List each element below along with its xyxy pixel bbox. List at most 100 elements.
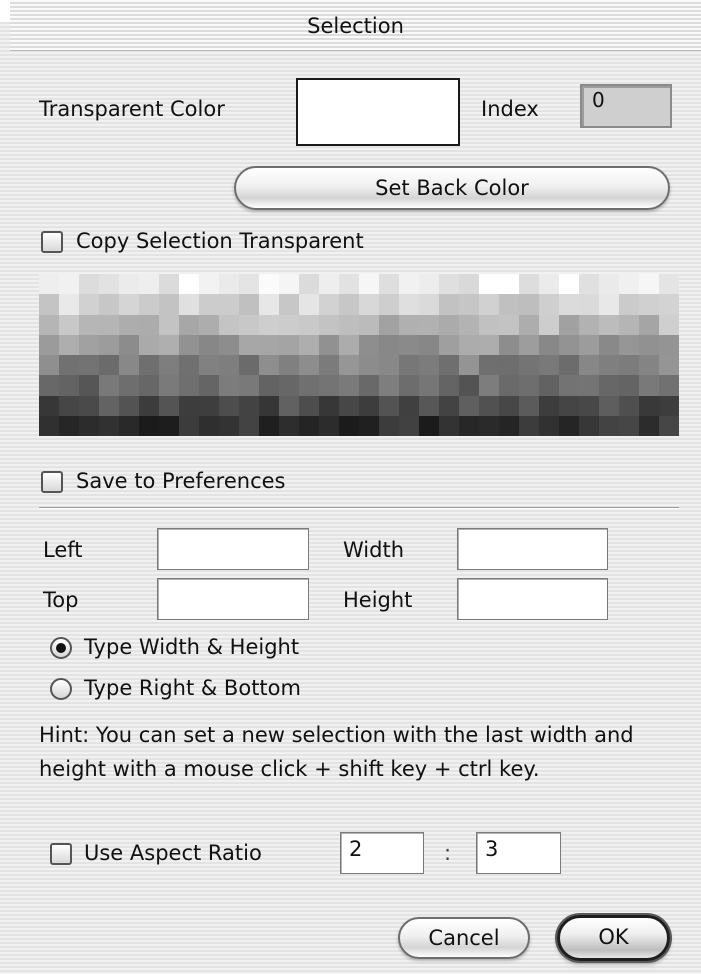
preview-pixel — [439, 355, 459, 376]
preview-pixel — [239, 314, 259, 335]
preview-pixel — [379, 274, 399, 295]
set-back-color-button[interactable]: Set Back Color — [234, 166, 670, 210]
cancel-button[interactable]: Cancel — [398, 917, 530, 959]
copy-selection-transparent-checkbox[interactable] — [41, 231, 63, 253]
preview-pixel — [179, 334, 199, 355]
aspect-ratio-b-field[interactable]: 3 — [476, 832, 561, 874]
aspect-ratio-a-field[interactable]: 2 — [340, 832, 424, 874]
type-right-bottom-radio[interactable] — [50, 678, 72, 700]
preview-pixel — [99, 355, 119, 376]
left-field[interactable] — [157, 528, 309, 570]
preview-pixel — [199, 314, 219, 335]
index-label: Index — [481, 97, 539, 121]
preview-pixel — [79, 355, 99, 376]
preview-pixel — [639, 415, 659, 436]
preview-pixel — [359, 395, 379, 416]
preview-pixel — [479, 415, 499, 436]
preview-pixel — [539, 274, 559, 295]
preview-pixel — [639, 294, 659, 315]
preview-pixel — [599, 375, 619, 396]
preview-pixel — [539, 334, 559, 355]
preview-pixel — [159, 415, 179, 436]
preview-pixel — [439, 334, 459, 355]
preview-pixel — [59, 274, 79, 295]
preview-pixel — [379, 294, 399, 315]
preview-pixel — [339, 274, 359, 295]
preview-pixel — [479, 294, 499, 315]
top-field[interactable] — [157, 578, 309, 620]
preview-pixel — [639, 375, 659, 396]
separator — [39, 507, 679, 509]
aspect-ratio-separator: : — [444, 841, 452, 865]
preview-pixel — [619, 355, 639, 376]
preview-pixel — [179, 294, 199, 315]
preview-pixel — [399, 274, 419, 295]
preview-pixel — [319, 355, 339, 376]
preview-pixel — [339, 334, 359, 355]
preview-pixel — [419, 375, 439, 396]
preview-pixel — [659, 314, 679, 335]
preview-pixel — [419, 395, 439, 416]
preview-pixel — [279, 314, 299, 335]
preview-pixel — [39, 274, 59, 295]
preview-pixel — [119, 355, 139, 376]
preview-pixel — [219, 314, 239, 335]
width-field[interactable] — [457, 528, 608, 570]
preview-pixel — [619, 334, 639, 355]
preview-pixel — [579, 274, 599, 295]
save-to-preferences-checkbox[interactable] — [41, 471, 63, 493]
preview-pixel — [519, 334, 539, 355]
preview-pixel — [399, 375, 419, 396]
preview-pixel — [379, 314, 399, 335]
preview-pixel — [459, 355, 479, 376]
preview-pixel — [519, 294, 539, 315]
preview-pixel — [539, 415, 559, 436]
preview-pixel — [79, 334, 99, 355]
preview-pixel — [659, 375, 679, 396]
width-label: Width — [343, 538, 405, 562]
preview-pixel — [539, 314, 559, 335]
preview-pixel — [619, 314, 639, 335]
preview-pixel — [199, 375, 219, 396]
preview-pixel — [659, 355, 679, 376]
preview-pixel — [339, 355, 359, 376]
preview-pixel — [119, 314, 139, 335]
preview-pixel — [519, 314, 539, 335]
height-field[interactable] — [457, 578, 608, 620]
preview-pixel — [259, 355, 279, 376]
index-field[interactable]: 0 — [580, 84, 672, 128]
preview-pixel — [99, 274, 119, 295]
preview-pixel — [559, 355, 579, 376]
preview-pixel — [639, 395, 659, 416]
preview-pixel — [539, 395, 559, 416]
window-corner — [0, 0, 10, 22]
preview-pixel — [219, 395, 239, 416]
preview-pixel — [139, 375, 159, 396]
preview-pixel — [319, 294, 339, 315]
preview-pixel — [59, 334, 79, 355]
transparent-color-well[interactable] — [296, 78, 460, 146]
preview-pixel — [199, 395, 219, 416]
hint-text: Hint: You can set a new selection with t… — [39, 723, 634, 781]
preview-pixel — [179, 314, 199, 335]
preview-pixel — [419, 314, 439, 335]
ok-button[interactable]: OK — [557, 915, 670, 961]
preview-pixel — [559, 395, 579, 416]
preview-pixel — [199, 415, 219, 436]
preview-pixel — [59, 294, 79, 315]
preview-pixel — [479, 395, 499, 416]
preview-pixel — [579, 314, 599, 335]
preview-pixel — [79, 375, 99, 396]
window-title: Selection — [307, 14, 404, 38]
preview-pixel — [599, 395, 619, 416]
preview-pixel — [179, 375, 199, 396]
type-width-height-radio[interactable] — [50, 637, 72, 659]
preview-pixel — [559, 375, 579, 396]
title-bar[interactable]: Selection — [10, 0, 701, 51]
preview-pixel — [139, 274, 159, 295]
preview-pixel — [39, 395, 59, 416]
use-aspect-ratio-checkbox[interactable] — [50, 843, 72, 865]
preview-pixel — [239, 355, 259, 376]
preview-pixel — [459, 334, 479, 355]
preview-pixel — [619, 375, 639, 396]
